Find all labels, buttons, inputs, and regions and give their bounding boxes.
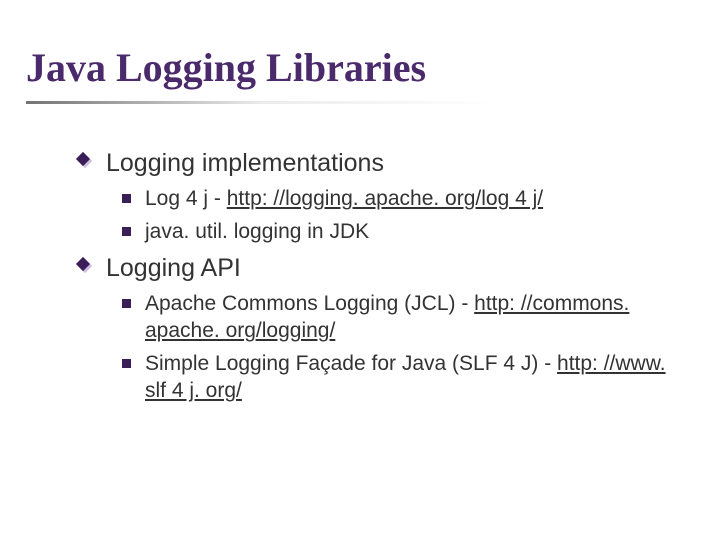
list-item-text: Log 4 j - http: //logging. apache. org/l…: [145, 185, 543, 212]
square-bullet-icon: [122, 194, 131, 203]
section-heading: Logging implementations: [78, 148, 680, 179]
list-item-text: Simple Logging Façade for Java (SLF 4 J)…: [145, 350, 680, 405]
square-bullet-icon: [122, 227, 131, 236]
section-heading-text: Logging API: [106, 253, 241, 284]
item-prefix: Apache Commons Logging (JCL) -: [145, 292, 474, 315]
square-bullet-icon: [122, 359, 131, 368]
section-heading: Logging API: [78, 253, 680, 284]
title-underline-shadow: [26, 101, 700, 104]
slide-title: Java Logging Libraries: [26, 44, 700, 97]
list-item-text: java. util. logging in JDK: [145, 218, 369, 245]
item-prefix: Simple Logging Façade for Java (SLF 4 J)…: [145, 352, 557, 375]
section-heading-text: Logging implementations: [106, 148, 384, 179]
title-area: Java Logging Libraries: [0, 0, 720, 112]
slide-body: Logging implementations Log 4 j - http: …: [0, 112, 720, 404]
square-bullet-icon: [122, 299, 131, 308]
item-prefix: java. util. logging in JDK: [145, 220, 369, 243]
list-item: Apache Commons Logging (JCL) - http: //c…: [122, 290, 680, 345]
list-item: Simple Logging Façade for Java (SLF 4 J)…: [122, 350, 680, 405]
slide: Java Logging Libraries Logging implement…: [0, 0, 720, 540]
list-item: Log 4 j - http: //logging. apache. org/l…: [122, 185, 680, 212]
diamond-bullet-icon: [78, 154, 94, 170]
list-item-text: Apache Commons Logging (JCL) - http: //c…: [145, 290, 680, 345]
list-item: java. util. logging in JDK: [122, 218, 680, 245]
diamond-bullet-icon: [78, 259, 94, 275]
item-link[interactable]: http: //logging. apache. org/log 4 j/: [227, 187, 543, 210]
item-prefix: Log 4 j -: [145, 187, 227, 210]
